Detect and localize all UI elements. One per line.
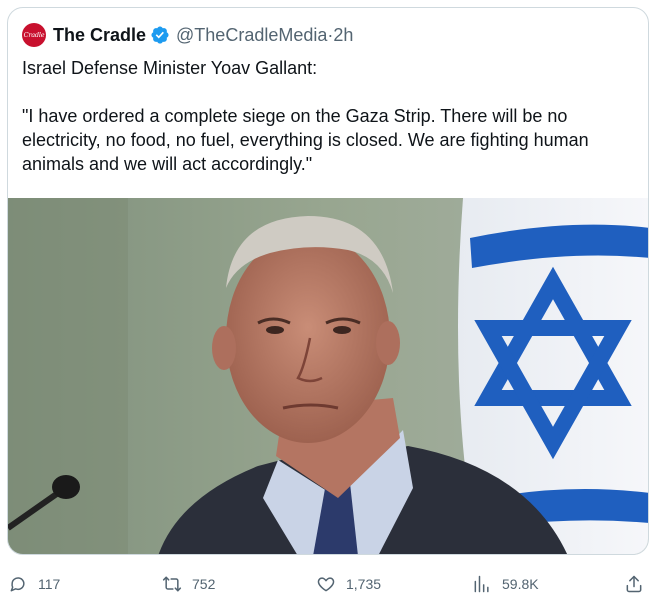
tweet-text-line: Israel Defense Minister Yoav Gallant:: [22, 58, 318, 78]
like-count: 1,735: [346, 576, 382, 592]
verified-badge-icon: [151, 26, 169, 44]
reply-button[interactable]: 117: [8, 566, 60, 602]
tweet-text: Israel Defense Minister Yoav Gallant: "I…: [22, 56, 642, 176]
heart-icon: [317, 577, 335, 592]
views-count: 59.8K: [502, 576, 539, 592]
tweet-card[interactable]: Cradle The Cradle @TheCradleMedia · 2h I…: [7, 7, 649, 555]
views-icon: [474, 575, 489, 593]
author-handle[interactable]: @TheCradleMedia: [176, 25, 327, 46]
avatar-logo-text: Cradle: [23, 31, 45, 39]
author-name[interactable]: The Cradle: [53, 25, 146, 46]
tweet-timestamp[interactable]: 2h: [333, 25, 353, 46]
tweet-actions: 117 752 1,735 59.8K: [0, 566, 667, 602]
retweet-button[interactable]: 752: [162, 566, 215, 602]
share-button[interactable]: [624, 566, 654, 602]
tweet-photo[interactable]: [8, 198, 648, 554]
retweet-icon: [162, 576, 182, 592]
retweet-count: 752: [192, 576, 216, 592]
share-icon: [626, 575, 642, 593]
reply-icon: [10, 577, 25, 592]
views-button[interactable]: 59.8K: [472, 566, 539, 602]
tweet-quote: "I have ordered a complete siege on the …: [22, 106, 589, 174]
author-avatar[interactable]: Cradle: [22, 23, 46, 47]
reply-count: 117: [38, 576, 61, 592]
tweet-header: Cradle The Cradle @TheCradleMedia · 2h: [22, 22, 353, 48]
like-button[interactable]: 1,735: [316, 566, 381, 602]
photo-image: [8, 198, 648, 554]
